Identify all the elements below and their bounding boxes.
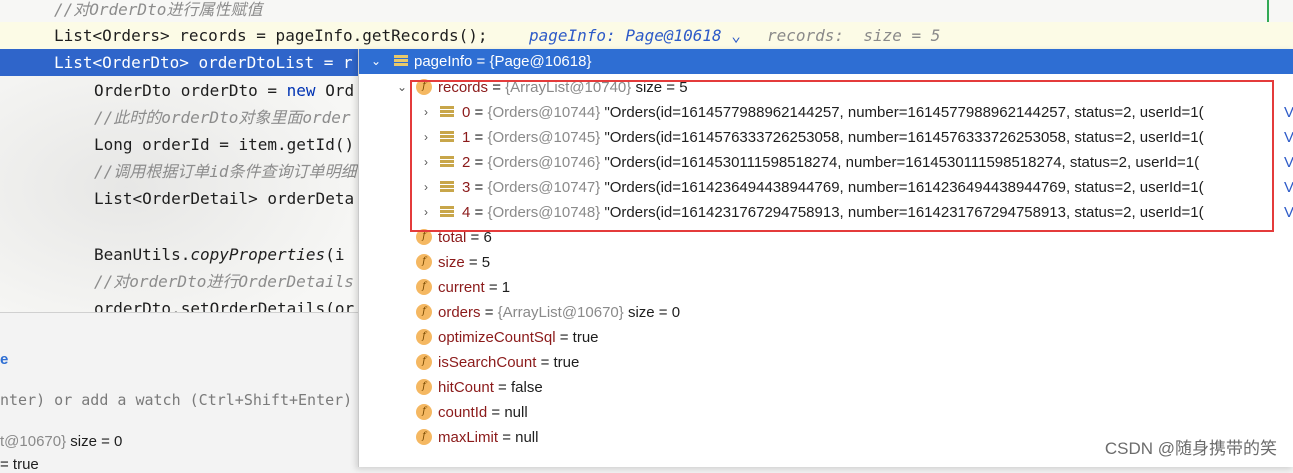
field-icon: f (416, 254, 432, 270)
code-line: //对orderDto进行OrderDetails (94, 272, 354, 291)
field-icon: f (416, 354, 432, 370)
chevron-right-icon[interactable]: › (420, 100, 432, 125)
panel-icon: e (0, 351, 9, 368)
selected-line: List<OrderDto> orderDtoList = r (14, 49, 360, 76)
chevron-down-icon[interactable]: ⌄ (731, 26, 741, 45)
inline-value-records: records: size = 5 (767, 26, 941, 45)
tree-row-size[interactable]: f size = 5 (359, 250, 1293, 275)
tree-row-orders[interactable]: f orders = {ArrayList@10670} size = 0 (359, 300, 1293, 325)
tree-row-current[interactable]: f current = 1 (359, 275, 1293, 300)
code-line: Long orderId = item.getId() (94, 135, 355, 154)
chevron-right-icon[interactable]: › (420, 175, 432, 200)
tree-row-item[interactable]: › 1 = {Orders@10745} "Orders(id=16145763… (359, 125, 1293, 150)
tree-row-hitCount[interactable]: f hitCount = false (359, 375, 1293, 400)
tree-row-records[interactable]: ⌄ f records = {ArrayList@10740} size = 5 (359, 75, 1293, 100)
field-icon: f (416, 229, 432, 245)
code-line: OrderDto orderDto = new Ord (94, 81, 355, 100)
field-icon: f (416, 304, 432, 320)
list-item-icon (440, 181, 454, 193)
watermark: CSDN @随身携带的笑 (1104, 439, 1277, 458)
list-item-icon (440, 106, 454, 118)
execution-point-marker (0, 49, 14, 76)
variable-inspector-popup[interactable]: ⌄ pageInfo = {Page@10618} ⌄ f records = … (358, 49, 1293, 467)
code-line: List<OrderDto> orderDtoList = r (54, 53, 353, 72)
tree-row-item[interactable]: › 0 = {Orders@10744} "Orders(id=16145779… (359, 100, 1293, 125)
list-item-icon (440, 206, 454, 218)
inline-value-page[interactable]: pageInfo: Page@10618 ⌄ (529, 22, 741, 49)
field-icon: f (416, 79, 432, 95)
chevron-right-icon[interactable]: › (420, 125, 432, 150)
view-link[interactable]: V (1284, 150, 1293, 175)
chevron-down-icon[interactable]: ⌄ (370, 49, 382, 74)
object-icon (394, 55, 408, 67)
view-link[interactable]: V (1284, 175, 1293, 200)
code-line: List<Orders> records = pageInfo.getRecor… (54, 26, 488, 45)
tree-row-isSearchCount[interactable]: f isSearchCount = true (359, 350, 1293, 375)
code-line: List<OrderDetail> orderDeta (94, 189, 355, 208)
view-link[interactable]: V (1284, 100, 1293, 125)
chevron-right-icon[interactable]: › (420, 150, 432, 175)
list-item-icon (440, 131, 454, 143)
tree-row-countId[interactable]: f countId = null (359, 400, 1293, 425)
tree-row-item[interactable]: › 2 = {Orders@10746} "Orders(id=16145301… (359, 150, 1293, 175)
popup-header[interactable]: ⌄ pageInfo = {Page@10618} (359, 49, 1293, 74)
field-icon: f (416, 379, 432, 395)
code-line: BeanUtils.copyProperties(i (94, 245, 345, 264)
field-icon: f (416, 279, 432, 295)
view-link[interactable]: V (1284, 200, 1293, 225)
tree-row-item[interactable]: › 3 = {Orders@10747} "Orders(id=16142364… (359, 175, 1293, 200)
view-link[interactable]: V (1284, 125, 1293, 150)
tree-row-optimizeCountSql[interactable]: f optimizeCountSql = true (359, 325, 1293, 350)
chevron-right-icon[interactable]: › (420, 200, 432, 225)
code-line: //此时的orderDto对象里面order (94, 108, 351, 127)
list-item-icon (440, 156, 454, 168)
tree-row-item[interactable]: › 4 = {Orders@10748} "Orders(id=16142317… (359, 200, 1293, 225)
field-icon: f (416, 404, 432, 420)
watch-input-hint[interactable]: nter) or add a watch (Ctrl+Shift+Enter) (0, 391, 352, 409)
field-icon: f (416, 429, 432, 445)
variable-row[interactable]: t@10670} size = 0 (0, 433, 122, 450)
code-line: //对OrderDto进行属性赋值 (54, 0, 263, 19)
variable-row[interactable]: = true (0, 456, 39, 473)
field-icon: f (416, 329, 432, 345)
popup-title: pageInfo = {Page@10618} (414, 53, 592, 70)
code-line: //调用根据订单id条件查询订单明细 (94, 162, 357, 181)
tree-row-total[interactable]: f total = 6 (359, 225, 1293, 250)
chevron-down-icon[interactable]: ⌄ (396, 75, 408, 100)
code-line: orderDto.setOrderDetails(or (94, 299, 355, 312)
